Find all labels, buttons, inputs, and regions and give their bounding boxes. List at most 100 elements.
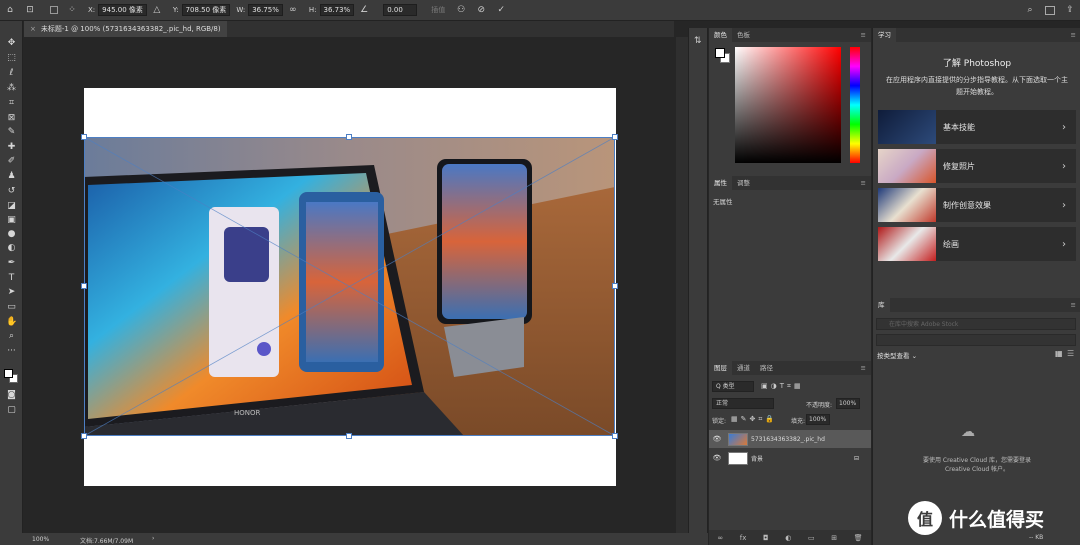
library-select[interactable]	[876, 334, 1076, 346]
learn-card-painting[interactable]: 绘画 ›	[878, 227, 1076, 261]
tab-libraries[interactable]: 库	[873, 298, 890, 312]
fx-icon[interactable]: fx	[740, 534, 747, 542]
new-layer-icon[interactable]: ⊞	[831, 534, 837, 542]
new-group-icon[interactable]: ▭	[808, 534, 815, 542]
delta-icon[interactable]: △	[151, 4, 163, 16]
lock-icons[interactable]: ▦✎✥⌗🔒	[731, 415, 777, 424]
adjustment-layer-icon[interactable]: ◐	[785, 534, 791, 542]
more-tools-icon[interactable]: ···	[6, 346, 17, 357]
visibility-eye-icon[interactable]: 👁	[709, 454, 725, 462]
frame-tool-icon[interactable]: ⊠	[6, 113, 17, 124]
workspace-icon[interactable]	[1045, 5, 1055, 15]
move-tool-icon[interactable]: ✥	[6, 38, 17, 49]
dodge-tool-icon[interactable]: ◐	[6, 243, 17, 254]
transform-bounding-box[interactable]	[84, 137, 615, 436]
tab-adjustments[interactable]: 调整	[732, 176, 755, 190]
transform-handle[interactable]	[346, 433, 352, 439]
blur-tool-icon[interactable]: ●	[6, 229, 17, 240]
hue-slider[interactable]	[850, 47, 860, 163]
type-tool-icon[interactable]: T	[6, 273, 17, 284]
path-select-icon[interactable]: ➤	[6, 287, 17, 298]
crop-tool-icon[interactable]: ⌗	[6, 98, 17, 109]
learn-card-creative-effects[interactable]: 制作创意效果 ›	[878, 188, 1076, 222]
opacity-input[interactable]: 100%	[836, 398, 860, 409]
history-brush-icon[interactable]: ↺	[6, 186, 17, 197]
transform-handle[interactable]	[612, 134, 618, 140]
angle-input[interactable]: 0.00	[383, 4, 418, 16]
quick-select-tool-icon[interactable]: ⁂	[6, 83, 17, 94]
history-panel-icon[interactable]: ⇅	[694, 36, 702, 46]
zoom-tool-icon[interactable]: ⌕	[6, 331, 17, 342]
interpolation-label[interactable]: 插值	[431, 5, 445, 15]
reference-point-icon[interactable]: ⁘	[66, 4, 78, 16]
foreground-color-swatch[interactable]	[4, 369, 13, 378]
link-layers-icon[interactable]: ∞	[717, 534, 723, 542]
view-by-dropdown[interactable]: 按类型查看 ⌄	[877, 350, 917, 360]
add-mask-icon[interactable]: ◘	[763, 534, 769, 542]
share-icon[interactable]: ⇪	[1064, 4, 1076, 16]
panel-menu-icon[interactable]: ≡	[856, 361, 871, 375]
panel-menu-icon[interactable]: ≡	[856, 176, 871, 190]
marquee-tool-icon[interactable]: ⬚	[6, 53, 17, 64]
layer-row-photo[interactable]: 👁 5731634363382_.pic_hd	[709, 430, 871, 448]
fg-bg-color-chips[interactable]	[715, 48, 731, 64]
layer-name[interactable]: 5731634363382_.pic_hd	[751, 436, 825, 443]
lasso-tool-icon[interactable]: ℓ	[6, 68, 17, 79]
tab-learn[interactable]: 学习	[873, 28, 896, 42]
tab-color[interactable]: 颜色	[709, 28, 732, 42]
transform-tool-icon[interactable]: ⊡	[24, 4, 36, 16]
blend-mode-select[interactable]: 正常	[712, 398, 774, 409]
quick-mask-icon[interactable]: ◙	[6, 390, 17, 401]
grid-view-icon[interactable]: ▦	[1055, 349, 1063, 358]
layer-filter-icons[interactable]: ▣◑T⌗▦	[761, 382, 804, 391]
delete-layer-icon[interactable]: 🗑	[854, 534, 863, 542]
hand-tool-icon[interactable]: ✋	[6, 317, 17, 328]
home-icon[interactable]: ⌂	[4, 4, 16, 16]
warp-icon[interactable]: ⚇	[455, 4, 467, 16]
brush-tool-icon[interactable]: ✐	[6, 156, 17, 167]
tab-layers[interactable]: 图层	[709, 361, 732, 375]
zoom-level[interactable]: 100%	[32, 536, 49, 543]
status-menu-arrow[interactable]: ›	[152, 535, 154, 542]
check-icon[interactable]: ✓	[495, 4, 507, 16]
tab-swatches[interactable]: 色板	[732, 28, 755, 42]
panel-menu-icon[interactable]: ≡	[1066, 298, 1080, 312]
x-input[interactable]: 945.00 像素	[98, 4, 147, 16]
search-icon[interactable]: ⌕	[1024, 4, 1036, 16]
fill-input[interactable]: 100%	[806, 414, 830, 425]
layer-filter-select[interactable]: Q 类型	[712, 381, 754, 392]
link-icon[interactable]: ∞	[287, 4, 299, 16]
y-input[interactable]: 708.50 像素	[181, 4, 231, 16]
eyedropper-tool-icon[interactable]: ✎	[6, 127, 17, 138]
color-picker-field[interactable]	[735, 47, 841, 163]
panel-menu-icon[interactable]: ≡	[1066, 28, 1080, 42]
screen-mode-icon[interactable]: ▢	[6, 405, 17, 416]
learn-card-basic-skills[interactable]: 基本技能 ›	[878, 110, 1076, 144]
list-view-icon[interactable]: ☰	[1067, 349, 1074, 358]
reference-point-checkbox[interactable]	[50, 6, 58, 14]
tab-properties[interactable]: 属性	[709, 176, 732, 190]
transform-handle[interactable]	[346, 134, 352, 140]
transform-handle[interactable]	[81, 283, 87, 289]
transform-handle[interactable]	[81, 134, 87, 140]
visibility-eye-icon[interactable]: 👁	[709, 435, 725, 443]
tab-channels[interactable]: 通道	[732, 361, 755, 375]
pen-tool-icon[interactable]: ✒	[6, 258, 17, 269]
transform-handle[interactable]	[612, 433, 618, 439]
healing-brush-icon[interactable]: ✚	[6, 142, 17, 153]
panel-menu-icon[interactable]: ≡	[856, 28, 871, 42]
rectangle-tool-icon[interactable]: ▭	[6, 302, 17, 313]
close-tab-icon[interactable]: ×	[30, 21, 36, 37]
tab-paths[interactable]: 路径	[755, 361, 778, 375]
layer-row-background[interactable]: 👁 背景 ⊟	[709, 449, 871, 467]
vertical-scrollbar[interactable]	[676, 37, 688, 533]
height-input[interactable]: 36.73%	[319, 4, 355, 16]
width-input[interactable]: 36.75%	[248, 4, 283, 16]
cancel-icon[interactable]: ⊘	[475, 4, 487, 16]
clone-stamp-icon[interactable]: ♟	[6, 171, 17, 182]
layer-name[interactable]: 背景	[751, 454, 763, 463]
eraser-tool-icon[interactable]: ◪	[6, 201, 17, 212]
learn-card-fix-photo[interactable]: 修复照片 ›	[878, 149, 1076, 183]
transform-handle[interactable]	[81, 433, 87, 439]
transform-handle[interactable]	[612, 283, 618, 289]
